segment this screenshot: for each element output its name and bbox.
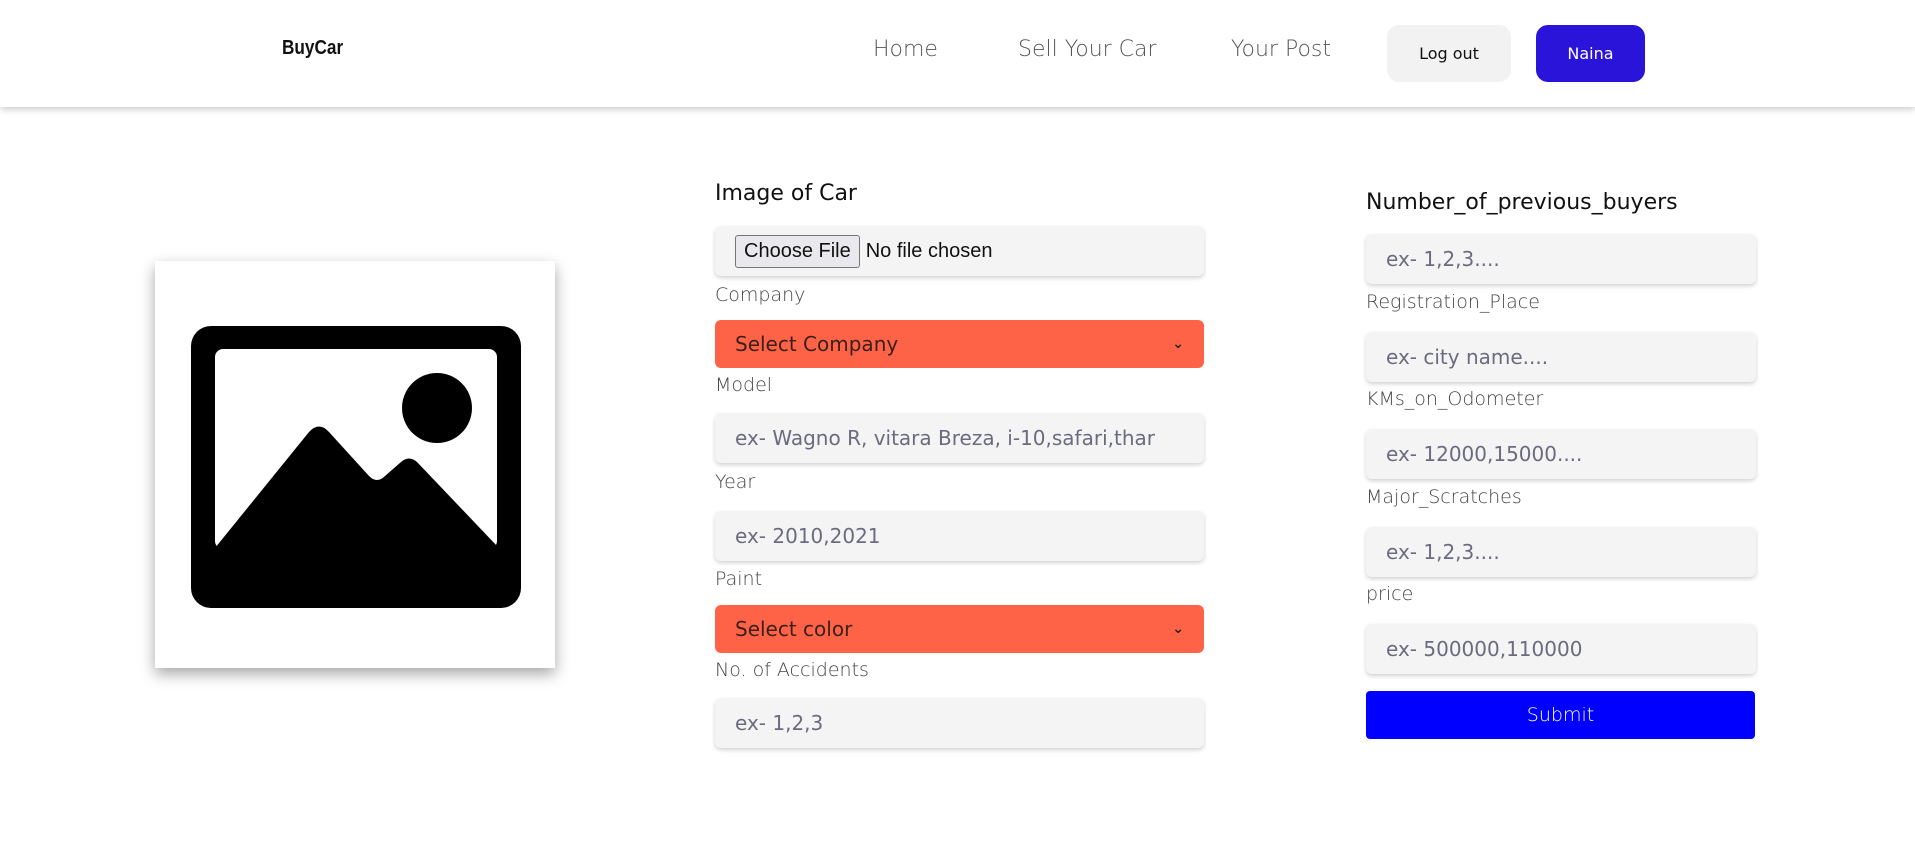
car-image-preview: [155, 261, 555, 668]
chevron-down-icon: ⌄: [1172, 336, 1184, 352]
registration-place-input[interactable]: [1366, 332, 1756, 382]
choose-file-button[interactable]: Choose File: [735, 234, 860, 268]
paint-label: Paint: [715, 568, 763, 590]
navbar: BuyCar Home Sell Your Car Your Post Log …: [0, 0, 1915, 107]
previous-buyers-label: Number_of_previous_buyers: [1366, 190, 1678, 215]
registration-place-label: Registration_Place: [1366, 291, 1540, 313]
nav-sell-your-car-link[interactable]: Sell Your Car: [1018, 37, 1157, 62]
user-profile-button[interactable]: Naina: [1536, 25, 1645, 82]
company-select-value: Select Company: [735, 332, 899, 356]
major-scratches-label: Major_Scratches: [1366, 486, 1522, 508]
paint-select[interactable]: Select color ⌄: [715, 605, 1204, 653]
price-label: price: [1366, 583, 1414, 605]
image-of-car-label: Image of Car: [715, 181, 857, 206]
brand-logo[interactable]: BuyCar: [282, 37, 343, 60]
image-placeholder-icon: [191, 326, 521, 608]
company-select[interactable]: Select Company ⌄: [715, 320, 1204, 368]
accidents-input[interactable]: [715, 698, 1204, 748]
company-label: Company: [715, 284, 806, 306]
image-file-input[interactable]: Choose File No file chosen: [715, 226, 1204, 276]
submit-button[interactable]: Submit: [1366, 691, 1755, 739]
price-input[interactable]: [1366, 624, 1756, 674]
chevron-down-icon: ⌄: [1172, 621, 1184, 637]
kms-on-odometer-input[interactable]: [1366, 429, 1756, 479]
nav-home-link[interactable]: Home: [873, 37, 938, 62]
nav-your-post-link[interactable]: Your Post: [1231, 37, 1331, 62]
kms-on-odometer-label: KMs_on_Odometer: [1366, 388, 1544, 410]
model-input[interactable]: [715, 413, 1204, 463]
year-input[interactable]: [715, 511, 1204, 561]
year-label: Year: [715, 471, 756, 493]
major-scratches-input[interactable]: [1366, 527, 1756, 577]
model-label: Model: [715, 374, 773, 396]
logout-button[interactable]: Log out: [1387, 25, 1511, 82]
accidents-label: No. of Accidents: [715, 659, 869, 681]
file-status-text: No file chosen: [865, 239, 993, 262]
previous-buyers-input[interactable]: [1366, 234, 1756, 284]
paint-select-value: Select color: [735, 617, 853, 641]
